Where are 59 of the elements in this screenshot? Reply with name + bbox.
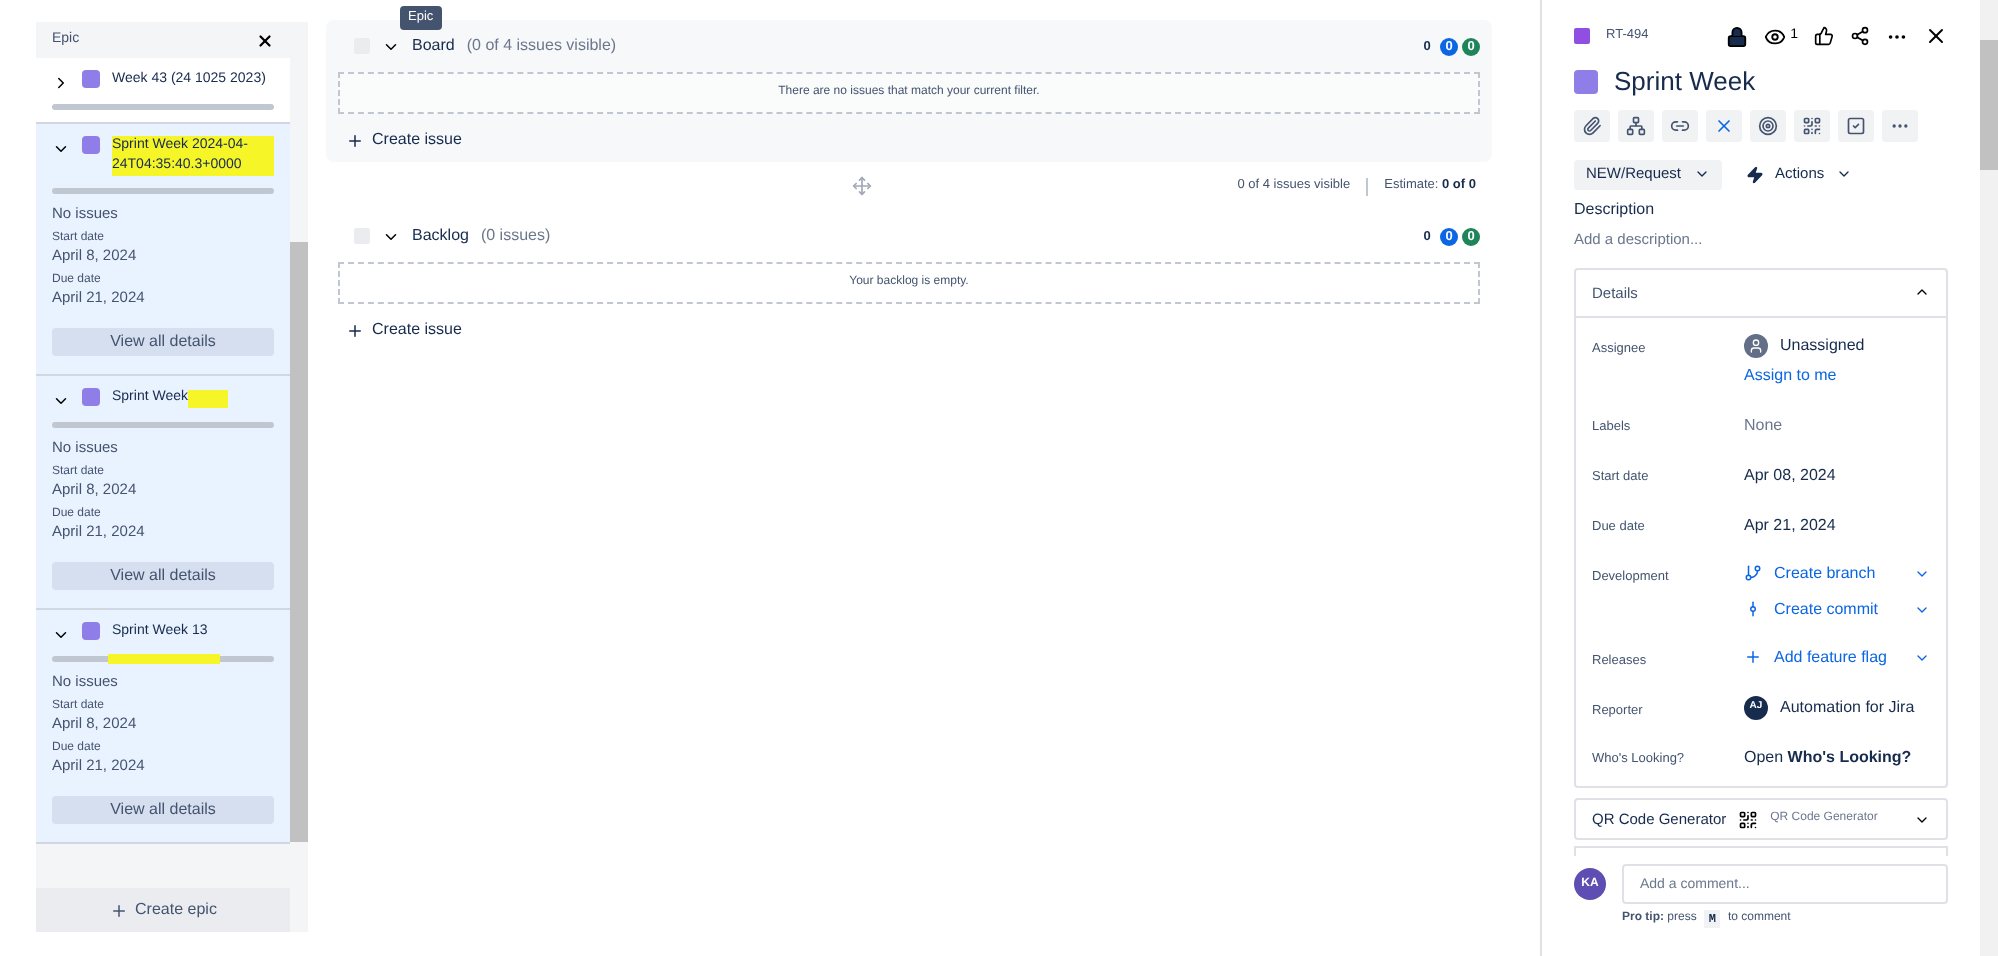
plus-icon xyxy=(346,321,364,339)
field-value: Automation for Jira xyxy=(1780,695,1915,719)
create-issue-button[interactable]: Create issue xyxy=(346,316,462,344)
chevron-down-icon xyxy=(1836,166,1853,182)
scrollbar[interactable] xyxy=(290,22,308,932)
epic-color-icon xyxy=(82,388,100,406)
share-icon[interactable] xyxy=(1850,26,1870,46)
highlight-mark xyxy=(188,389,228,407)
qr-code-icon[interactable] xyxy=(1794,109,1830,141)
issue-type-icon xyxy=(1574,28,1590,44)
chevron-right-icon[interactable] xyxy=(52,74,70,92)
section-title: Board xyxy=(412,34,455,58)
field-value: None xyxy=(1744,413,1783,438)
field-value: Unassigned xyxy=(1780,333,1865,358)
watch-icon[interactable] xyxy=(1764,25,1787,47)
plus-icon xyxy=(109,901,128,919)
create-epic-button[interactable]: Create epic xyxy=(36,888,290,932)
thumbs-up-icon[interactable] xyxy=(1814,26,1834,46)
target-icon[interactable] xyxy=(1750,109,1786,141)
field-value[interactable]: Open Who's Looking? xyxy=(1744,744,1912,771)
commit-icon xyxy=(1744,600,1762,619)
field-value: Apr 08, 2024 xyxy=(1744,463,1836,488)
create-issue-button[interactable]: Create issue xyxy=(346,126,462,154)
epic-color-icon xyxy=(82,70,100,88)
view-details-button[interactable]: View all details xyxy=(52,796,274,824)
view-details-button[interactable]: View all details xyxy=(52,562,274,590)
paperclip-icon[interactable] xyxy=(1574,109,1610,141)
epic-color-icon xyxy=(1574,69,1598,94)
plus-icon xyxy=(346,131,364,149)
field-link[interactable]: Create commit xyxy=(1744,597,1879,622)
qr-code-icon xyxy=(1738,809,1759,830)
view-details-button[interactable]: View all details xyxy=(52,328,274,356)
drag-handle-icon[interactable] xyxy=(851,176,872,196)
issue-title: Sprint Week xyxy=(1614,64,1756,100)
section-subtitle: (0 issues) xyxy=(480,224,551,248)
section-label: Description xyxy=(1574,197,1657,221)
chevron-down-icon[interactable] xyxy=(52,140,70,158)
field-link[interactable]: Create branch xyxy=(1744,561,1876,586)
chevron-down-icon xyxy=(1693,166,1710,182)
scrollbar[interactable] xyxy=(1980,0,1998,956)
section-subtitle: (0 of 4 issues visible) xyxy=(466,34,617,58)
chevron-down-icon[interactable] xyxy=(52,626,70,644)
plus-icon xyxy=(1744,648,1762,667)
hierarchy-icon[interactable] xyxy=(1618,109,1654,141)
lock-icon[interactable] xyxy=(1726,25,1749,47)
epic-color-icon xyxy=(82,136,100,154)
checkbox-icon[interactable] xyxy=(1838,109,1874,141)
close-icon[interactable] xyxy=(1924,24,1948,48)
chevron-down-icon[interactable] xyxy=(52,392,70,410)
link-icon[interactable] xyxy=(1662,109,1698,141)
field-value: Apr 21, 2024 xyxy=(1744,513,1836,538)
section-title: Backlog xyxy=(412,224,469,248)
assign-link[interactable]: Assign to me xyxy=(1744,363,1865,388)
lightning-icon xyxy=(1745,165,1764,183)
close-icon[interactable] xyxy=(256,31,274,49)
branch-icon xyxy=(1744,564,1762,583)
epic-color-icon xyxy=(82,622,100,640)
avatar-icon xyxy=(1744,333,1768,358)
field-link[interactable]: Add feature flag xyxy=(1744,645,1887,670)
